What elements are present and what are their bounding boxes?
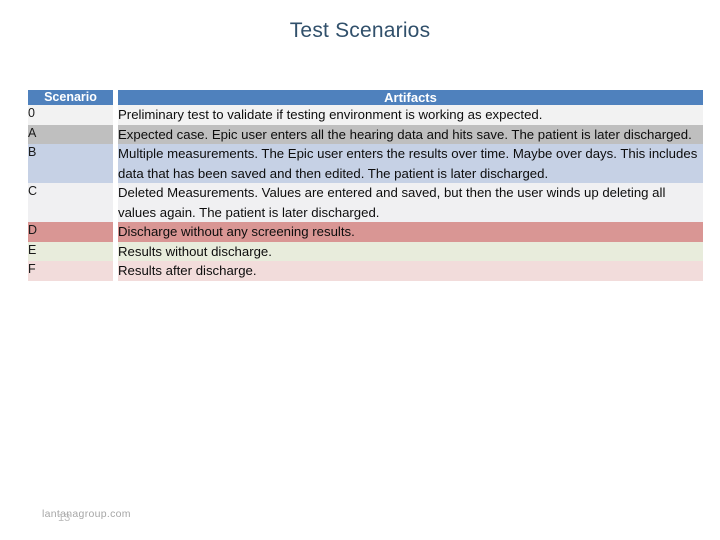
- page-title: Test Scenarios: [289, 19, 431, 42]
- column-header-scenario: Scenario: [28, 90, 113, 105]
- cell-scenario: B: [28, 144, 113, 183]
- cell-scenario: C: [28, 183, 113, 222]
- column-header-artifacts: Artifacts: [118, 90, 703, 105]
- test-scenarios-table: Scenario Artifacts 0 Preliminary test to …: [28, 90, 703, 281]
- cell-artifacts: Results after discharge.: [118, 261, 703, 281]
- cell-artifacts: Deleted Measurements. Values are entered…: [118, 183, 703, 222]
- cell-artifacts: Preliminary test to validate if testing …: [118, 105, 703, 125]
- cell-scenario: A: [28, 124, 113, 144]
- table-row: F Results after discharge.: [28, 261, 703, 281]
- table-row: B Multiple measurements. The Epic user en…: [28, 144, 703, 183]
- table-row: A Expected case. Epic user enters all the…: [28, 124, 703, 144]
- table-row: 0 Preliminary test to validate if testing…: [28, 105, 703, 125]
- table-row: C Deleted Measurements. Values are entere…: [28, 183, 703, 222]
- cell-scenario: F: [28, 261, 113, 281]
- table-header-row: Scenario Artifacts: [28, 90, 703, 105]
- slide-canvas: Test Scenarios Scenario Artifacts 0 Preli…: [0, 0, 720, 540]
- cell-scenario: 0: [28, 105, 113, 125]
- cell-artifacts: Multiple measurements. The Epic user ent…: [118, 144, 703, 183]
- table-body: 0 Preliminary test to validate if testing…: [28, 105, 703, 281]
- cell-scenario: D: [28, 222, 113, 242]
- cell-artifacts: Results without discharge.: [118, 241, 703, 261]
- table-row: D Discharge without any screening results…: [28, 222, 703, 242]
- cell-artifacts: Expected case. Epic user enters all the …: [118, 124, 703, 144]
- footer-url: lantanagroup.com: [42, 508, 131, 520]
- slide-number: 13: [58, 512, 71, 524]
- table-row: E Results without discharge.: [28, 241, 703, 261]
- cell-scenario: E: [28, 241, 113, 261]
- cell-artifacts: Discharge without any screening results.: [118, 222, 703, 242]
